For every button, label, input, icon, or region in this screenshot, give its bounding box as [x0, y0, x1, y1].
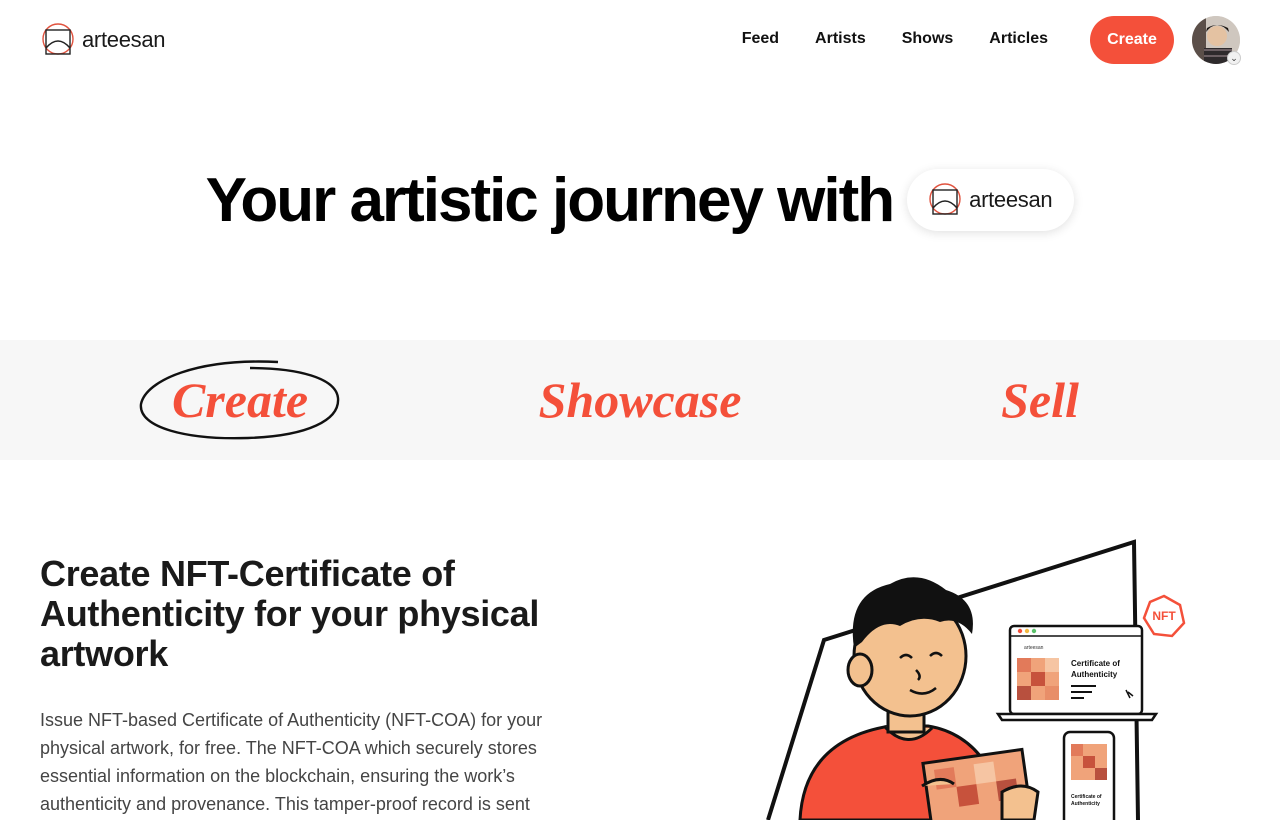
- artist-character-icon: [798, 577, 1040, 820]
- hero-title: Your artistic journey with: [205, 165, 896, 235]
- brand-logo[interactable]: arteesan: [40, 22, 166, 58]
- create-button[interactable]: Create: [1090, 16, 1174, 64]
- nft-certificate-illustration: NFT arteesan Certificate of Authenticity: [766, 539, 1186, 820]
- tab-create[interactable]: Create: [90, 340, 390, 460]
- svg-text:Authenticity: Authenticity: [1071, 801, 1100, 807]
- feature-title: Create NFT-Certificate of Authenticity f…: [40, 553, 540, 674]
- nav-articles[interactable]: Articles: [989, 30, 1048, 48]
- hero-brand-pill: arteesan: [907, 169, 1075, 231]
- svg-text:Certificate of: Certificate of: [1071, 659, 1120, 668]
- tab-showcase[interactable]: Showcase: [490, 340, 790, 460]
- nav-feed[interactable]: Feed: [742, 30, 779, 48]
- arteesan-logo-icon: [42, 23, 74, 55]
- laptop-icon: arteesan Certificate of Authenticity: [995, 624, 1159, 722]
- phone-icon: Certificate of Authenticity: [1062, 730, 1116, 820]
- tab-sell[interactable]: Sell: [890, 340, 1190, 460]
- hero-section: Your artistic journey with arteesan: [0, 160, 1280, 240]
- chevron-down-icon[interactable]: ⌄: [1227, 51, 1241, 65]
- hero-pill-name: arteesan: [969, 187, 1053, 212]
- brand-name: arteesan: [82, 27, 166, 52]
- svg-text:NFT: NFT: [1152, 609, 1176, 623]
- nft-badge-icon: NFT: [1142, 594, 1186, 638]
- nav-shows[interactable]: Shows: [902, 30, 954, 48]
- site-header: arteesan Feed Artists Shows Articles Cre…: [0, 0, 1280, 80]
- feature-tabs-band: Create Showcase Sell: [0, 340, 1280, 460]
- nav-artists[interactable]: Artists: [815, 30, 866, 48]
- arteesan-logo-icon: [929, 183, 961, 215]
- svg-text:arteesan: arteesan: [1024, 645, 1044, 651]
- feature-description: Issue NFT-based Certificate of Authentic…: [40, 710, 543, 814]
- svg-text:Authenticity: Authenticity: [1071, 670, 1118, 679]
- main-nav: Feed Artists Shows Articles: [742, 30, 1048, 48]
- svg-text:Certificate of: Certificate of: [1071, 794, 1102, 800]
